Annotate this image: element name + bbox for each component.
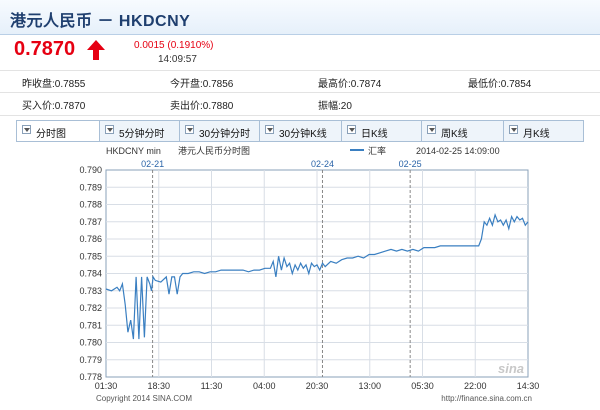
y-tick-label: 0.786 <box>79 234 102 244</box>
stats-row-2: 买入价:0.7870 卖出价:0.7880 振幅:20 <box>0 92 600 116</box>
tab-30min[interactable]: 30分钟分时 <box>180 121 260 141</box>
y-tick-label: 0.779 <box>79 355 102 365</box>
title-bar: 港元人民币 － HKDCNY <box>0 0 600 35</box>
legend-label: 汇率 <box>368 145 386 156</box>
x-tick-label: 05:30 <box>411 381 434 391</box>
chart-symbol-label: HKDCNY min <box>106 146 161 156</box>
current-price: 0.7870 <box>14 38 76 60</box>
intraday-chart: HKDCNY min 港元人民币分时图 汇率 2014-02-25 14:09:00 0… <box>79 145 540 403</box>
x-tick-label: 04:00 <box>253 381 276 391</box>
date-marker-label: 02-24 <box>311 159 334 169</box>
dropdown-icon <box>509 125 518 134</box>
tab-5min[interactable]: 5分钟分时 <box>100 121 180 141</box>
x-tick-label: 20:30 <box>306 381 329 391</box>
stat-amplitude: 振幅:20 <box>318 101 352 112</box>
page-title: 港元人民币 － HKDCNY <box>10 13 191 30</box>
arrow-up-icon <box>87 40 105 60</box>
footer-copyright: Copyright 2014 SINA.COM <box>96 394 192 403</box>
chart-title: 港元人民币分时图 <box>178 145 250 156</box>
x-tick-label: 18:30 <box>147 381 170 391</box>
dropdown-icon <box>22 125 31 134</box>
chart-timestamp: 2014-02-25 14:09:00 <box>416 146 500 156</box>
stat-low: 最低价:0.7854 <box>468 79 532 90</box>
quote-row: 0.7870 0.0015 (0.1910%) 14:09:57 <box>0 34 600 68</box>
date-marker-label: 02-21 <box>141 159 164 169</box>
date-marker-label: 02-25 <box>399 159 422 169</box>
quote-time: 14:09:57 <box>158 54 197 65</box>
y-tick-label: 0.783 <box>79 286 102 296</box>
stat-bid: 买入价:0.7870 <box>22 101 86 112</box>
price-change: 0.0015 (0.1910%) <box>134 40 214 51</box>
y-tick-label: 0.787 <box>79 217 102 227</box>
x-tick-label: 14:30 <box>517 381 540 391</box>
y-tick-label: 0.790 <box>79 165 102 175</box>
dropdown-icon <box>427 125 436 134</box>
stat-ask: 卖出价:0.7880 <box>170 101 234 112</box>
tab-weekly-kline[interactable]: 周K线 <box>422 121 504 141</box>
x-tick-label: 22:00 <box>464 381 487 391</box>
x-tick-label: 11:30 <box>201 381 223 391</box>
dropdown-icon <box>105 125 114 134</box>
dropdown-icon <box>347 125 356 134</box>
y-tick-label: 0.784 <box>79 269 102 279</box>
stats-row-1: 昨收盘:0.7855 今开盘:0.7856 最高价:0.7874 最低价:0.7… <box>0 70 600 93</box>
y-tick-label: 0.781 <box>79 320 102 330</box>
tab-30min-kline[interactable]: 30分钟K线 <box>260 121 342 141</box>
stat-open: 今开盘:0.7856 <box>170 79 234 90</box>
stat-prev-close: 昨收盘:0.7855 <box>22 79 86 90</box>
tab-intraday[interactable]: 分时图 <box>17 121 100 141</box>
chart-tabs: 分时图 5分钟分时 30分钟分时 30分钟K线 日K线 周K线 月K线 <box>16 120 584 142</box>
sina-watermark: sina <box>498 361 524 376</box>
x-tick-label: 01:30 <box>95 381 118 391</box>
stat-high: 最高价:0.7874 <box>318 79 382 90</box>
y-tick-label: 0.782 <box>79 303 102 313</box>
tab-daily-kline[interactable]: 日K线 <box>342 121 422 141</box>
chart-area: HKDCNY min 港元人民币分时图 汇率 2014-02-25 14:09:00 0… <box>0 142 600 405</box>
y-tick-label: 0.789 <box>79 182 102 192</box>
y-tick-label: 0.785 <box>79 251 102 261</box>
y-tick-label: 0.788 <box>79 200 102 210</box>
dropdown-icon <box>185 125 194 134</box>
x-tick-label: 13:00 <box>358 381 381 391</box>
y-tick-label: 0.780 <box>79 338 102 348</box>
tab-monthly-kline[interactable]: 月K线 <box>504 121 583 141</box>
dropdown-icon <box>265 125 274 134</box>
footer-url: http://finance.sina.com.cn <box>441 394 532 403</box>
